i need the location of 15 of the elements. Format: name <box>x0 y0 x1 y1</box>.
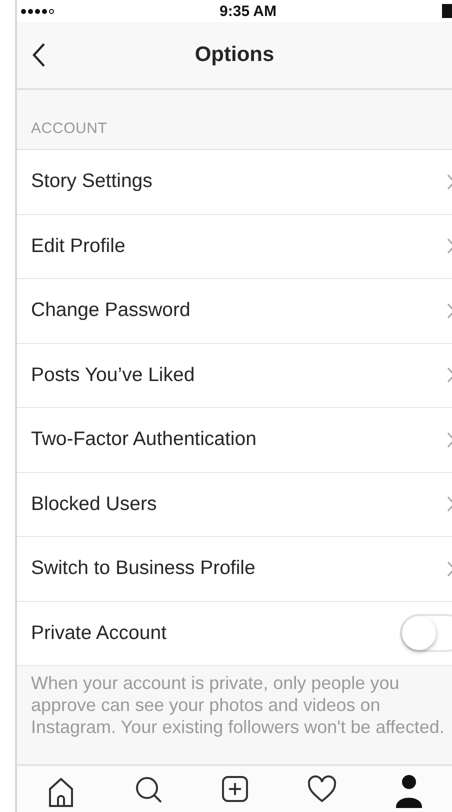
setting-link[interactable]: Two-Factor Authentication <box>31 428 256 452</box>
clock-time: 9:35 AM <box>220 2 276 20</box>
setting-label: Private Account <box>31 622 166 645</box>
setting-link[interactable]: Blocked Users <box>31 492 157 516</box>
help-text: When your account is private, only people you approve can see your photos and videos on Instagram. Your existing followers won't be affected. <box>31 672 446 738</box>
toggle-switch[interactable] <box>400 614 452 652</box>
battery-icon <box>442 4 452 18</box>
setting-link[interactable]: Switch to Business Profile <box>31 557 256 580</box>
screen-title: Options <box>194 43 274 66</box>
setting-link[interactable]: Change Password <box>31 299 190 322</box>
setting-link[interactable]: Posts You’ve Liked <box>31 364 195 387</box>
section-header: ACCOUNT <box>31 120 108 137</box>
setting-link[interactable]: Story Settings <box>31 170 152 194</box>
signal-icon <box>21 8 54 14</box>
setting-link[interactable]: Edit Profile <box>31 234 126 258</box>
